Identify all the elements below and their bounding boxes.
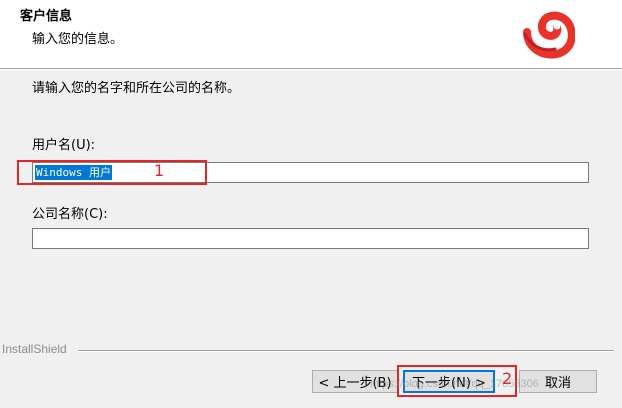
installer-logo-icon bbox=[523, 11, 575, 59]
company-label: 公司名称(C): bbox=[32, 207, 108, 222]
header-banner: 客户信息 输入您的信息。 bbox=[0, 0, 622, 68]
back-button[interactable]: < 上一步(B) bbox=[312, 370, 398, 393]
instruction-text: 请输入您的名字和所在公司的名称。 bbox=[32, 81, 241, 96]
installshield-brand: InstallShield bbox=[2, 342, 71, 356]
cancel-button[interactable]: 取消 bbox=[519, 370, 597, 393]
annotation-box-2 bbox=[397, 365, 517, 397]
header-divider-highlight bbox=[0, 69, 622, 70]
footer-divider-highlight bbox=[78, 351, 614, 352]
annotation-box-1 bbox=[17, 160, 207, 185]
page-subtitle: 输入您的信息。 bbox=[32, 32, 124, 47]
company-field[interactable] bbox=[32, 228, 589, 249]
username-label: 用户名(U): bbox=[32, 138, 96, 153]
page-title: 客户信息 bbox=[20, 9, 73, 24]
installer-window: 客户信息 输入您的信息。 请输入您的名字和所在公司的名称。 用户名(U): Wi… bbox=[0, 0, 622, 408]
annotation-number-1: 1 bbox=[154, 161, 165, 180]
annotation-number-2: 2 bbox=[502, 369, 513, 388]
